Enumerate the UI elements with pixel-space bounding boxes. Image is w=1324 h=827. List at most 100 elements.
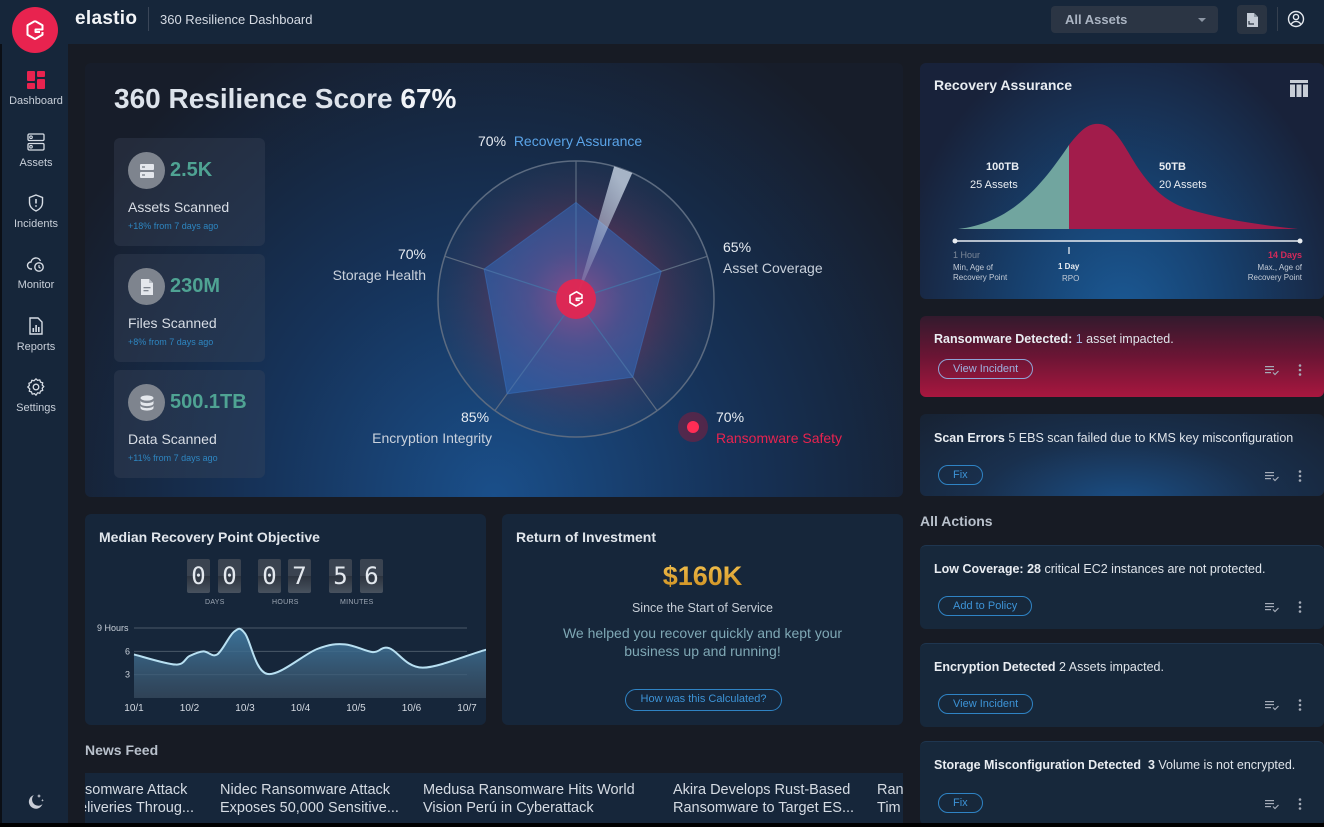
sidebar-item-label: Settings [16,402,56,414]
more-vert-icon[interactable] [1298,601,1302,613]
recovery-assurance-card: Recovery Assurance 100TB 25 Assets 50TB … [920,63,1324,299]
median-rpo-title: Median Recovery Point Objective [99,529,320,545]
mark-read-icon[interactable] [1265,800,1279,810]
alert-row-actions [1265,364,1302,376]
document-icon [1247,12,1258,27]
view-incident-button[interactable]: View Incident [938,694,1034,714]
max-value: 14 Days [1268,250,1303,260]
news-headline-line: eliveries Throug... [85,800,194,816]
brand-name: elastio [75,8,138,29]
divider [148,7,149,31]
news-item[interactable]: Medusa Ransomware Hits World Vision Perú… [423,781,635,817]
sidebar-item-label: Incidents [13,218,59,230]
action-title: Encryption Detected [934,660,1056,674]
cloud-clock-icon [26,257,44,272]
more-vert-icon[interactable] [1298,798,1302,810]
action-title: Low Coverage: [934,562,1024,576]
view-incident-button[interactable]: View Incident [938,359,1034,379]
rpo-area-fill [134,628,486,698]
x-tick-label: 10/6 [402,703,422,714]
mark-read-icon[interactable] [1265,472,1279,482]
mark-read-icon[interactable] [1265,366,1279,376]
resilience-score-card: 360 Resilience Score 67% 2.5K Assets Sca… [85,63,903,497]
fix-button[interactable]: Fix [938,793,983,813]
sidebar-item-reports[interactable]: Reports [2,316,70,353]
max-caption-line: Max., Age of [1257,263,1302,272]
rpo-digit: 0 [218,559,241,593]
news-item[interactable]: somware Attack eliveries Throug... [85,781,197,817]
roi-subtitle: Since the Start of Service [631,601,774,615]
action-title: Storage Misconfiguration Detected [934,758,1141,772]
alert-count: 1 [1075,332,1083,346]
action-row-actions [1265,601,1302,613]
moon-icon[interactable] [26,792,46,812]
y-tick-label: 3 [125,670,130,680]
roi-message: We helped you recover quickly and kept y… [562,625,843,659]
sidebar-item-monitor[interactable]: Monitor [2,254,70,291]
rpo-digit: 7 [288,559,311,593]
radar-pct: 70% [716,409,745,425]
gear-icon [27,378,45,396]
news-item[interactable]: Ran Tim [877,781,903,817]
alert-title: Ransomware Detected: [934,332,1073,346]
add-to-policy-button[interactable]: Add to Policy [938,596,1033,616]
radar-pct: 65% [723,239,752,255]
rpo-area-chart: 9 Hours 6 3 10/1 10/2 10/3 10/4 10/5 10/6 10/7 [97,623,486,714]
action-text: Low Coverage: 28 critical EC2 instances … [934,562,1265,576]
ransomware-indicator-dot [687,421,699,433]
action-row-actions [1265,798,1302,810]
alert-description: asset impacted. [1086,332,1174,346]
user-profile-icon[interactable] [1286,9,1306,29]
assets-icon [27,133,45,151]
rpo-digit: 0 [187,559,210,593]
report-button[interactable] [1237,5,1267,34]
alert-row-actions [1265,470,1302,482]
news-headline-line: Ransomware to Target ES... [673,800,855,816]
fix-button[interactable]: Fix [938,465,983,485]
shield-alert-icon [28,194,44,212]
x-tick-label: 10/3 [235,703,255,714]
news-headline-line: Ran [877,782,903,798]
roi-title: Return of Investment [516,529,657,545]
action-low-coverage: Low Coverage: 28 critical EC2 instances … [920,545,1324,629]
action-description: critical EC2 instances are not protected… [1044,562,1266,576]
right-assets: 20 Assets [1159,179,1207,191]
action-description: Assets impacted. [1068,660,1164,674]
more-vert-icon[interactable] [1298,470,1302,482]
how-calculated-button[interactable]: How was this Calculated? [625,689,782,711]
sidebar-item-assets[interactable]: Assets [2,132,70,169]
max-caption-line: Recovery Point [1247,273,1302,282]
radar-pct: 70% [478,133,507,149]
screen-edge [0,823,1324,827]
min-value: 1 Hour [953,250,981,260]
roi-amount: $160K [502,561,903,592]
asset-filter-select[interactable]: All Assets [1051,6,1218,33]
news-headline-line: Nidec Ransomware Attack [220,782,391,798]
alert-text: Ransomware Detected: 1 asset impacted. [934,332,1174,346]
action-text: Encryption Detected 2 Assets impacted. [934,660,1164,674]
x-tick-label: 10/4 [291,703,311,714]
radar-label-ransomware-safety: 70% Ransomware Safety [716,409,842,446]
sidebar-item-label: Assets [19,157,53,169]
sidebar-item-incidents[interactable]: Incidents [2,193,70,230]
radar-label-encryption-integrity: 85% Encryption Integrity [365,409,492,446]
y-tick-label: 6 [125,646,130,656]
min-caption: Min, Age of Recovery Point [953,263,1007,283]
action-count: 3 [1147,758,1155,772]
sidebar-item-dashboard[interactable]: Dashboard [2,70,70,107]
news-item[interactable]: Nidec Ransomware Attack Exposes 50,000 S… [220,781,399,817]
radar-label-storage-health: 70% Storage Health [328,246,426,283]
radar-axis-label: Storage Health [332,267,426,283]
more-vert-icon[interactable] [1298,699,1302,711]
y-tick-label: 9 Hours [97,623,129,633]
left-size: 100TB [986,161,1020,173]
mark-read-icon[interactable] [1265,603,1279,613]
sidebar-item-settings[interactable]: Settings [2,377,70,414]
news-item[interactable]: Akira Develops Rust-Based Ransomware to … [673,781,854,817]
right-size: 50TB [1159,161,1186,173]
x-tick-label: 10/1 [124,703,144,714]
more-vert-icon[interactable] [1298,364,1302,376]
mark-read-icon[interactable] [1265,701,1279,711]
elastio-logo[interactable] [12,7,58,53]
action-count: 28 [1027,562,1041,576]
